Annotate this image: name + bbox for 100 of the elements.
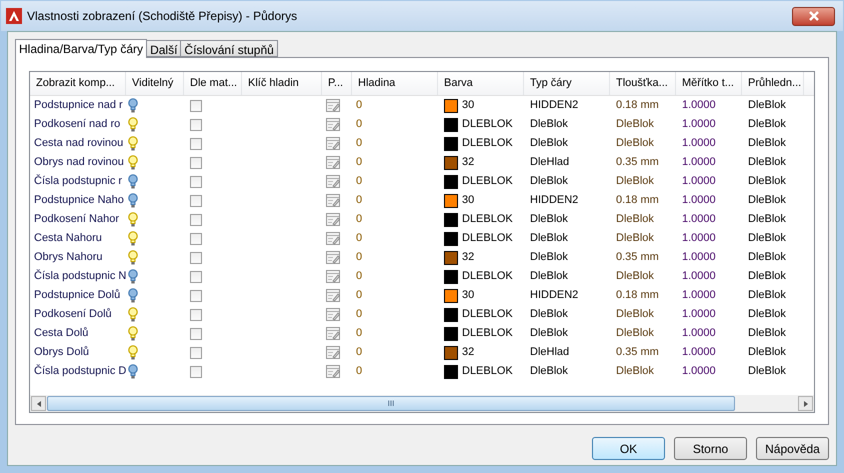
tab[interactable]: Hladina/Barva/Typ čáry (15, 39, 148, 58)
lightbulb-on-icon[interactable] (128, 345, 138, 360)
column-header[interactable]: Průhledn... (742, 72, 804, 95)
checkbox[interactable] (190, 346, 202, 358)
lightbulb-off-icon[interactable] (128, 288, 138, 303)
checkbox[interactable] (190, 138, 202, 150)
table-cell: 0.35 mm (616, 251, 659, 264)
table-cell-text: DLEBLOK (462, 136, 513, 152)
window-title: Vlastnosti zobrazení (Schodiště Přepisy) - Půdorys (27, 8, 298, 25)
scroll-right-button[interactable] (798, 396, 813, 411)
table-cell: 0.35 mm (616, 346, 659, 358)
table-cell: DleBlok (530, 175, 568, 188)
lightbulb-on-icon[interactable] (128, 326, 138, 341)
checkbox[interactable] (190, 308, 202, 320)
lightbulb-on-icon[interactable] (128, 117, 138, 132)
table-cell: 0 (356, 365, 362, 378)
checkbox[interactable] (190, 214, 202, 226)
table-cell-text: 30 (462, 98, 474, 114)
checkbox[interactable] (190, 156, 202, 168)
column-header[interactable]: Barva (438, 72, 524, 95)
table-cell-text: Podstupnice nad r (33, 98, 124, 114)
edit-style-icon[interactable] (326, 156, 341, 170)
horizontal-scrollbar[interactable]: III (30, 395, 814, 412)
dialog-button[interactable]: Storno (674, 437, 747, 460)
column-header[interactable]: Dle mat... (184, 72, 242, 95)
lightbulb-off-icon[interactable] (128, 193, 138, 208)
lightbulb-on-icon[interactable] (128, 212, 138, 227)
table-cell: HIDDEN2 (530, 194, 578, 206)
tab[interactable]: Číslování stupňů (181, 40, 278, 57)
lightbulb-on-icon[interactable] (128, 155, 138, 170)
edit-style-icon[interactable] (326, 194, 341, 208)
checkbox[interactable] (190, 366, 202, 378)
column-header[interactable]: Viditelný (126, 72, 184, 95)
edit-style-icon[interactable] (326, 174, 341, 188)
column-header[interactable]: P... (322, 72, 352, 95)
checkbox[interactable] (190, 118, 202, 130)
table-cell: 1.0000 (682, 118, 716, 130)
tab[interactable]: Další (147, 40, 182, 57)
column-header[interactable]: Typ čáry (524, 72, 610, 95)
table-cell-text: DLEBLOK (462, 231, 513, 246)
right-arrow-icon (804, 400, 808, 406)
edit-style-icon[interactable] (326, 250, 341, 264)
checkbox[interactable] (190, 194, 202, 206)
edit-style-icon[interactable] (326, 364, 341, 378)
column-header[interactable]: Měřítko t... (676, 72, 742, 95)
checkbox[interactable] (190, 270, 202, 282)
edit-style-icon[interactable] (326, 212, 341, 226)
table-cell: 0 (356, 232, 362, 244)
lightbulb-off-icon[interactable] (128, 98, 138, 113)
scroll-grip: III (388, 400, 394, 408)
dialog-button[interactable]: OK (592, 437, 665, 460)
edit-style-icon[interactable] (326, 136, 341, 150)
table-cell: 0 (356, 251, 362, 264)
table-cell: 1.0000 (682, 308, 716, 320)
lightbulb-on-icon[interactable] (128, 307, 138, 322)
lightbulb-off-icon[interactable] (128, 269, 138, 284)
table-cell: DleBlok (616, 232, 654, 244)
edit-style-icon[interactable] (326, 288, 341, 302)
table-cell-text: Podstupnice Dolů (33, 288, 122, 304)
table-cell: 0 (356, 270, 362, 282)
edit-style-icon[interactable] (326, 98, 341, 112)
table-cell: 0.18 mm (616, 194, 659, 206)
lightbulb-on-icon[interactable] (128, 231, 138, 246)
table-cell: 0 (356, 327, 362, 340)
checkbox[interactable] (190, 328, 202, 340)
lightbulb-on-icon[interactable] (128, 250, 138, 265)
column-header[interactable]: Tloušťka... (610, 72, 676, 95)
scroll-thumb[interactable]: III (47, 396, 735, 411)
edit-style-icon[interactable] (326, 346, 341, 360)
app-logo-icon (6, 8, 22, 24)
scroll-left-button[interactable] (31, 396, 46, 411)
close-button[interactable] (792, 6, 835, 26)
table-cell: 1.0000 (682, 270, 716, 282)
checkbox[interactable] (190, 290, 202, 302)
table-cell: DleBlok (530, 270, 568, 282)
table-cell-text: Cesta Nahoru (33, 231, 103, 246)
edit-style-icon[interactable] (326, 270, 341, 284)
lightbulb-on-icon[interactable] (128, 136, 138, 151)
table-cell: 0.18 mm (616, 289, 659, 302)
table-cell: 0 (356, 118, 362, 130)
edit-style-icon[interactable] (326, 232, 341, 246)
checkbox[interactable] (190, 232, 202, 244)
checkbox[interactable] (190, 100, 202, 112)
table-cell: DleBlok (748, 327, 786, 340)
table-cell: DleBlok (530, 137, 568, 150)
checkbox[interactable] (190, 252, 202, 264)
table-cell: DleBlok (748, 365, 786, 378)
edit-style-icon[interactable] (326, 308, 341, 322)
lightbulb-off-icon[interactable] (128, 174, 138, 189)
table-cell-text: Podkosení nad ro (33, 117, 122, 132)
column-header[interactable]: Klíč hladin (242, 72, 322, 95)
checkbox[interactable] (190, 176, 202, 188)
edit-style-icon[interactable] (326, 326, 341, 340)
edit-style-icon[interactable] (326, 118, 341, 132)
column-header[interactable]: Hladina (352, 72, 438, 95)
dialog-button[interactable]: Nápověda (756, 437, 829, 460)
table-cell-text: Čísla podstupnic r (33, 173, 124, 190)
table-cell: 1.0000 (682, 194, 716, 206)
lightbulb-off-icon[interactable] (128, 364, 138, 379)
column-header[interactable]: Zobrazit komp... (30, 72, 126, 95)
